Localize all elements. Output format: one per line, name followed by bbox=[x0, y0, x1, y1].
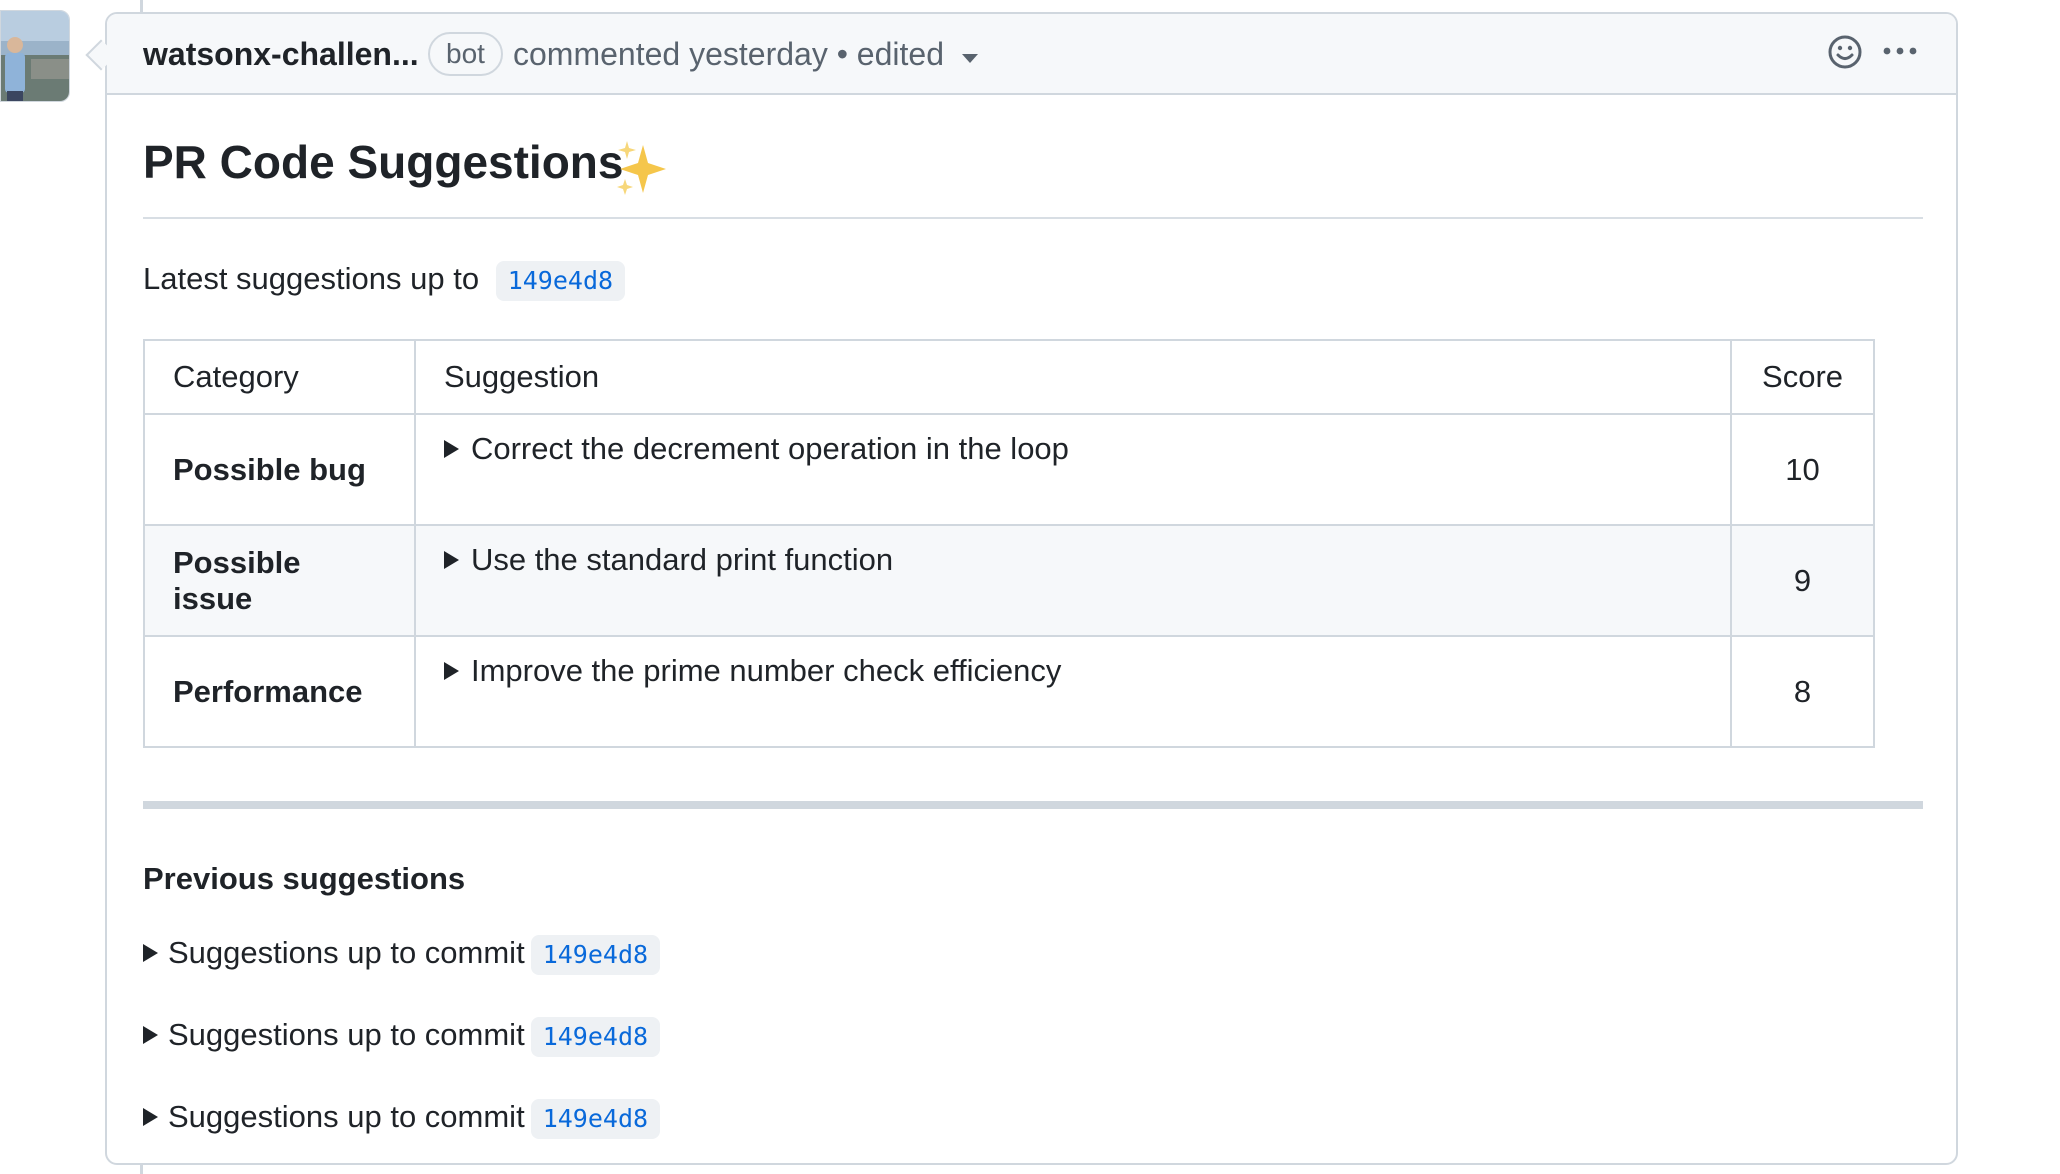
bot-badge: bot bbox=[428, 32, 503, 76]
comment-meta[interactable]: commented yesterday • edited bbox=[513, 36, 944, 73]
previous-suggestion-toggle[interactable]: Suggestions up to commit 149e4d8 bbox=[143, 1099, 661, 1143]
table-row: Possible issue Use the standard print fu… bbox=[143, 524, 1875, 637]
triangle-right-icon bbox=[443, 440, 459, 458]
smiley-icon[interactable] bbox=[1827, 34, 1863, 70]
sparkles-icon bbox=[617, 141, 666, 195]
previous-suggestion-toggle[interactable]: Suggestions up to commit 149e4d8 bbox=[143, 1017, 661, 1061]
score-cell: 10 bbox=[1730, 413, 1875, 526]
table-row: Performance Improve the prime number che… bbox=[143, 635, 1875, 748]
triangle-right-icon bbox=[143, 1026, 158, 1045]
avatar[interactable] bbox=[0, 10, 70, 102]
previous-suggestion-toggle[interactable]: Suggestions up to commit 149e4d8 bbox=[143, 935, 661, 979]
latest-prefix: Latest suggestions up to bbox=[143, 261, 480, 297]
suggestion-text: Correct the decrement operation in the l… bbox=[470, 431, 1069, 466]
previous-suggestions-heading: Previous suggestions bbox=[143, 861, 466, 896]
category-cell: Possible bug bbox=[143, 413, 416, 526]
kebab-menu-icon[interactable] bbox=[1879, 34, 1921, 68]
previous-suggestion-label: Suggestions up to commit bbox=[168, 935, 525, 971]
previous-suggestion-label: Suggestions up to commit bbox=[168, 1017, 525, 1053]
author-link[interactable]: watsonx-challen... bbox=[143, 36, 419, 73]
suggestion-text: Improve the prime number check efficienc… bbox=[470, 653, 1062, 688]
commit-link[interactable]: 149e4d8 bbox=[530, 1017, 661, 1057]
commit-link[interactable]: 149e4d8 bbox=[530, 935, 661, 975]
suggestion-toggle[interactable]: Use the standard print function bbox=[413, 524, 1733, 637]
title-row: PR Code Suggestions bbox=[143, 135, 1923, 219]
column-header-score: Score bbox=[1730, 339, 1875, 415]
commit-link[interactable]: 149e4d8 bbox=[530, 1099, 661, 1139]
triangle-right-icon bbox=[443, 662, 459, 680]
category-cell: Performance bbox=[143, 635, 416, 748]
chevron-down-icon[interactable] bbox=[962, 54, 978, 63]
comment-header: watsonx-challen... bot commented yesterd… bbox=[107, 14, 1956, 95]
score-cell: 9 bbox=[1730, 524, 1875, 637]
suggestion-text: Use the standard print function bbox=[470, 542, 894, 577]
triangle-right-icon bbox=[443, 551, 459, 569]
commit-link[interactable]: 149e4d8 bbox=[495, 261, 626, 301]
triangle-right-icon bbox=[143, 944, 158, 963]
page-title: PR Code Suggestions bbox=[143, 136, 624, 188]
column-header-category: Category bbox=[143, 339, 416, 415]
previous-suggestion-label: Suggestions up to commit bbox=[168, 1099, 525, 1135]
table-row: Possible bug Correct the decrement opera… bbox=[143, 413, 1875, 526]
suggestion-toggle[interactable]: Improve the prime number check efficienc… bbox=[413, 635, 1733, 748]
suggestion-toggle[interactable]: Correct the decrement operation in the l… bbox=[413, 413, 1733, 526]
table-header-row: Category Suggestion Score bbox=[143, 339, 1875, 415]
comment-box: watsonx-challen... bot commented yesterd… bbox=[105, 12, 1958, 1165]
category-cell: Possible issue bbox=[143, 524, 416, 637]
column-header-suggestion: Suggestion bbox=[413, 339, 1733, 415]
section-divider bbox=[143, 801, 1923, 809]
latest-suggestions-line: Latest suggestions up to 149e4d8 bbox=[143, 261, 626, 303]
score-cell: 8 bbox=[1730, 635, 1875, 748]
triangle-right-icon bbox=[143, 1108, 158, 1127]
suggestions-table: Category Suggestion Score Possible bug C… bbox=[143, 339, 1875, 748]
